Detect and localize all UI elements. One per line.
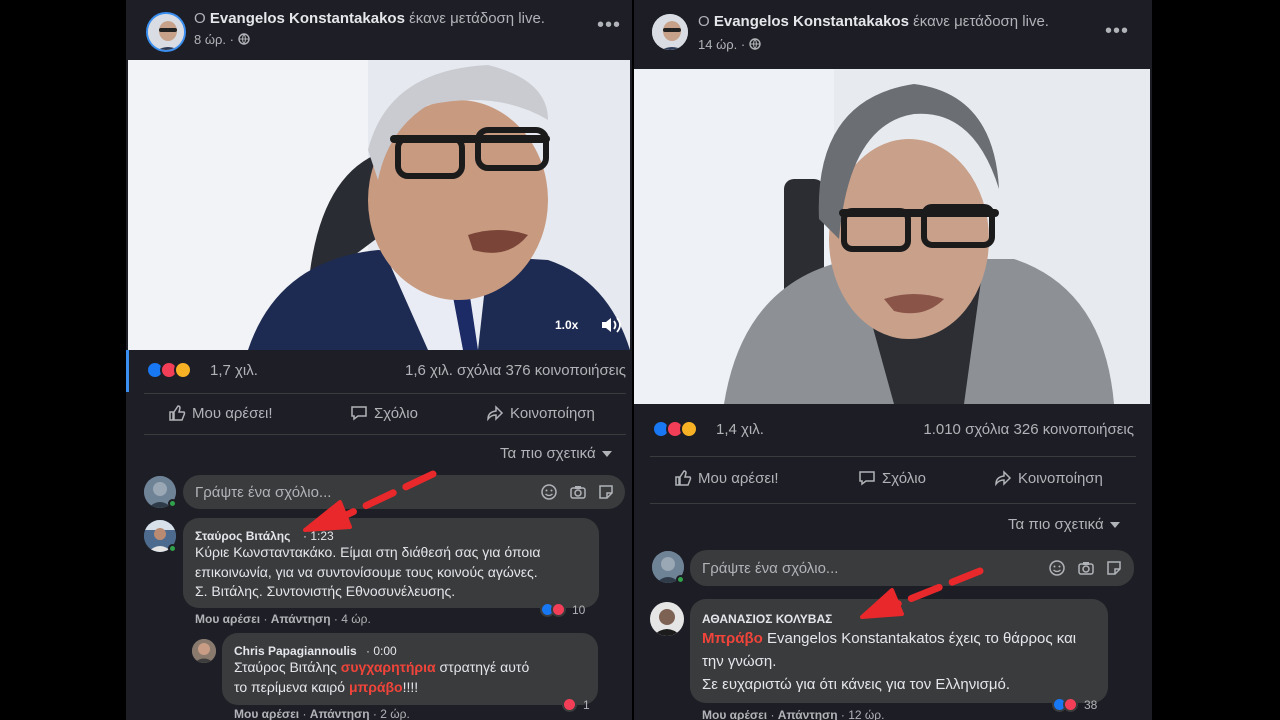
red-dashed-arrow-left	[303, 470, 437, 532]
red-dashed-arrow-right	[860, 567, 984, 619]
annotation-arrows	[303, 470, 984, 619]
